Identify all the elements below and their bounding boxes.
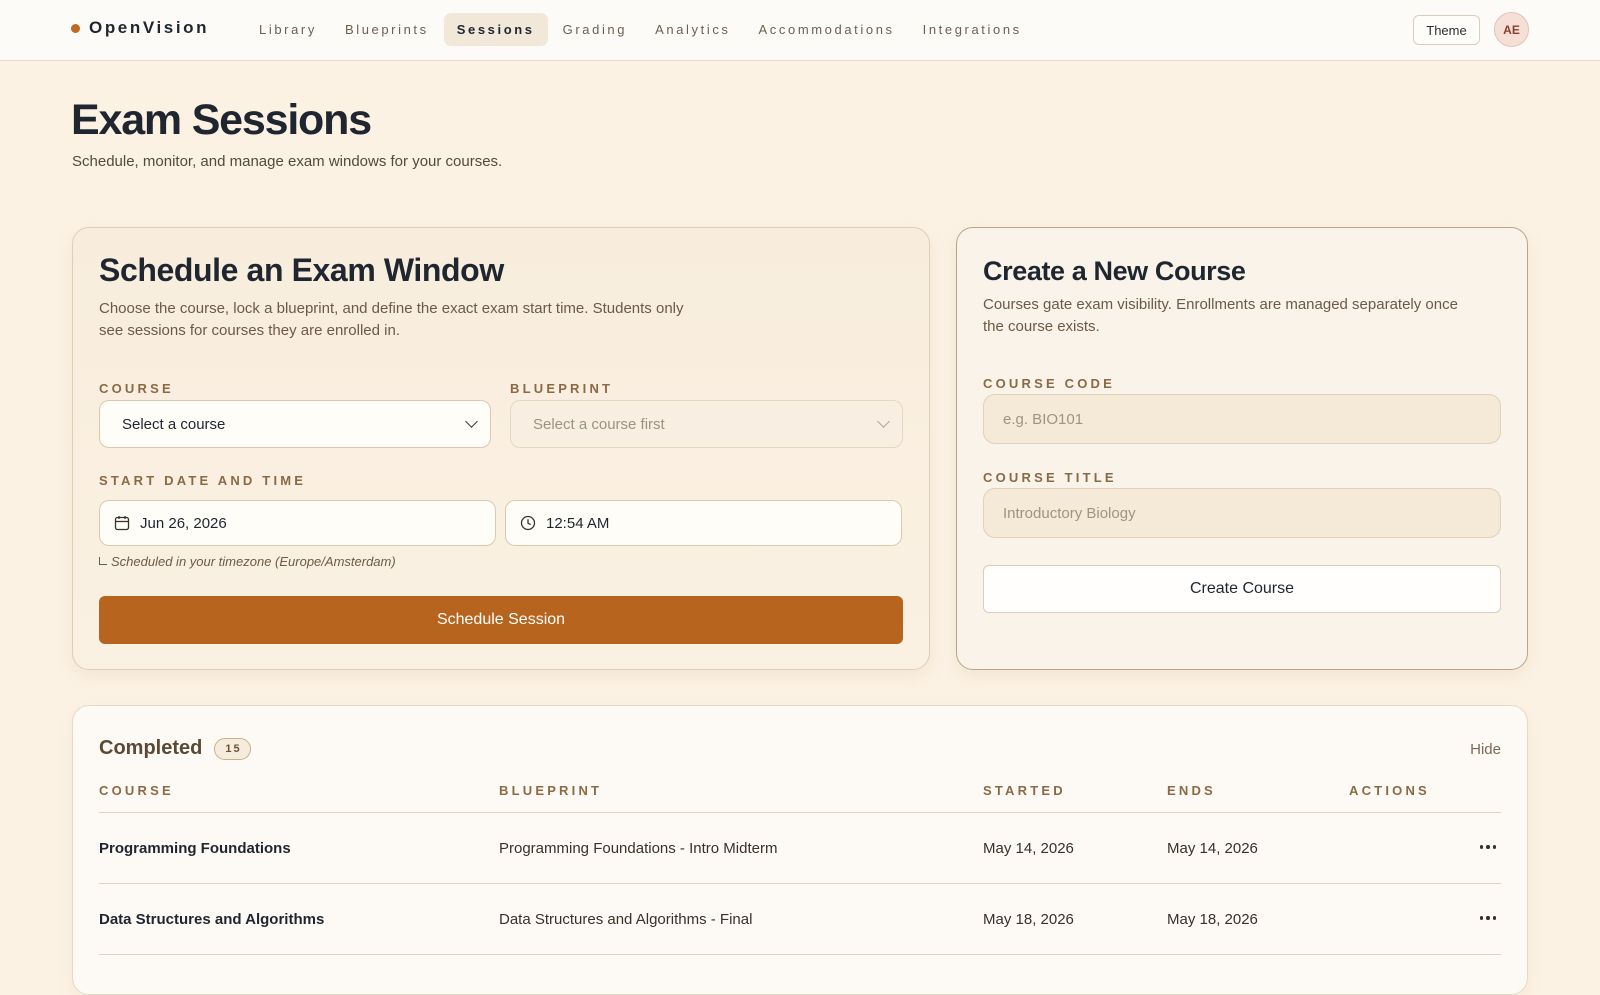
create-course-description: Courses gate exam visibility. Enrollment…: [983, 294, 1458, 338]
start-date-value: Jun 26, 2026: [140, 514, 227, 532]
nav-tab-analytics[interactable]: Analytics: [642, 13, 743, 46]
brand-logo[interactable]: OpenVision: [71, 18, 209, 38]
course-title-placeholder: Introductory Biology: [1003, 504, 1136, 522]
corner-arrow-icon: [99, 557, 107, 565]
schedule-card-title: Schedule an Exam Window: [99, 252, 504, 288]
nav-tab-sessions[interactable]: Sessions: [443, 13, 548, 46]
create-course-card-title: Create a New Course: [983, 256, 1246, 286]
schedule-desc-line-2: see sessions for courses they are enroll…: [99, 322, 400, 339]
completed-heading: Completed: [99, 737, 203, 759]
course-field-label: COURSE: [99, 381, 174, 396]
clock-icon: [520, 515, 536, 531]
more-actions-icon[interactable]: [1477, 909, 1499, 927]
calendar-icon: [114, 516, 130, 531]
chevron-down-icon: [877, 415, 890, 428]
table-row[interactable]: Data Structures and Algorithms Data Stru…: [99, 884, 1501, 955]
blueprint-select[interactable]: Select a course first: [510, 400, 903, 448]
column-header-started: STARTED: [983, 783, 1066, 798]
page-title: Exam Sessions: [71, 96, 372, 144]
timezone-note: Scheduled in your timezone (Europe/Amste…: [99, 554, 396, 569]
start-time-value: 12:54 AM: [546, 514, 610, 532]
user-avatar[interactable]: AE: [1494, 12, 1529, 47]
blueprint-select-value: Select a course first: [533, 415, 665, 433]
row-course-name: Data Structures and Algorithms: [99, 911, 325, 928]
course-select[interactable]: Select a course: [99, 400, 491, 448]
start-datetime-label: START DATE AND TIME: [99, 473, 307, 488]
course-code-input[interactable]: e.g. BIO101: [983, 394, 1501, 444]
blueprint-field-label: BLUEPRINT: [510, 381, 614, 396]
top-navbar: OpenVision Library Blueprints Sessions G…: [0, 0, 1600, 61]
completed-sessions-card: Completed 15 Hide COURSE BLUEPRINT START…: [72, 705, 1528, 995]
column-header-course: COURSE: [99, 783, 174, 798]
completed-count-badge: 15: [214, 738, 251, 760]
create-course-desc-line-2: the course exists.: [983, 318, 1100, 335]
nav-tab-grading[interactable]: Grading: [550, 13, 640, 46]
hide-completed-button[interactable]: Hide: [1470, 741, 1501, 758]
nav-tab-library[interactable]: Library: [246, 13, 330, 46]
create-course-desc-line-1: Courses gate exam visibility. Enrollment…: [983, 296, 1458, 313]
nav-tab-integrations[interactable]: Integrations: [910, 13, 1035, 46]
start-time-input[interactable]: 12:54 AM: [505, 500, 902, 546]
theme-button[interactable]: Theme: [1413, 15, 1480, 45]
schedule-session-button[interactable]: Schedule Session: [99, 596, 903, 644]
course-title-input[interactable]: Introductory Biology: [983, 488, 1501, 538]
column-header-ends: ENDS: [1167, 783, 1216, 798]
course-code-label: COURSE CODE: [983, 376, 1115, 391]
brand-name: OpenVision: [89, 18, 210, 37]
create-course-card: Create a New Course Courses gate exam vi…: [956, 227, 1528, 670]
column-header-blueprint: BLUEPRINT: [499, 783, 603, 798]
timezone-note-text: Scheduled in your timezone (Europe/Amste…: [111, 554, 396, 569]
chevron-down-icon: [465, 415, 478, 428]
schedule-desc-line-1: Choose the course, lock a blueprint, and…: [99, 300, 684, 317]
row-ends-date: May 14, 2026: [1167, 840, 1258, 857]
course-title-label: COURSE TITLE: [983, 470, 1117, 485]
row-started-date: May 14, 2026: [983, 840, 1074, 857]
schedule-exam-card: Schedule an Exam Window Choose the cours…: [72, 227, 930, 670]
start-date-input[interactable]: Jun 26, 2026: [99, 500, 496, 546]
nav-tab-accommodations[interactable]: Accommodations: [746, 13, 908, 46]
row-ends-date: May 18, 2026: [1167, 911, 1258, 928]
table-row[interactable]: Programming Foundations Programming Foun…: [99, 813, 1501, 884]
column-header-actions: ACTIONS: [1349, 783, 1430, 798]
create-course-button[interactable]: Create Course: [983, 565, 1501, 613]
row-course-name: Programming Foundations: [99, 840, 291, 857]
page-subtitle: Schedule, monitor, and manage exam windo…: [72, 153, 503, 170]
row-blueprint-name: Programming Foundations - Intro Midterm: [499, 840, 778, 857]
more-actions-icon[interactable]: [1477, 838, 1499, 856]
nav-tab-blueprints[interactable]: Blueprints: [332, 13, 442, 46]
brand-dot-icon: [71, 23, 80, 33]
main-nav: Library Blueprints Sessions Grading Anal…: [246, 13, 1035, 46]
course-code-placeholder: e.g. BIO101: [1003, 410, 1084, 428]
course-select-value: Select a course: [122, 415, 226, 433]
row-blueprint-name: Data Structures and Algorithms - Final: [499, 911, 753, 928]
row-started-date: May 18, 2026: [983, 911, 1074, 928]
schedule-card-description: Choose the course, lock a blueprint, and…: [99, 298, 684, 342]
